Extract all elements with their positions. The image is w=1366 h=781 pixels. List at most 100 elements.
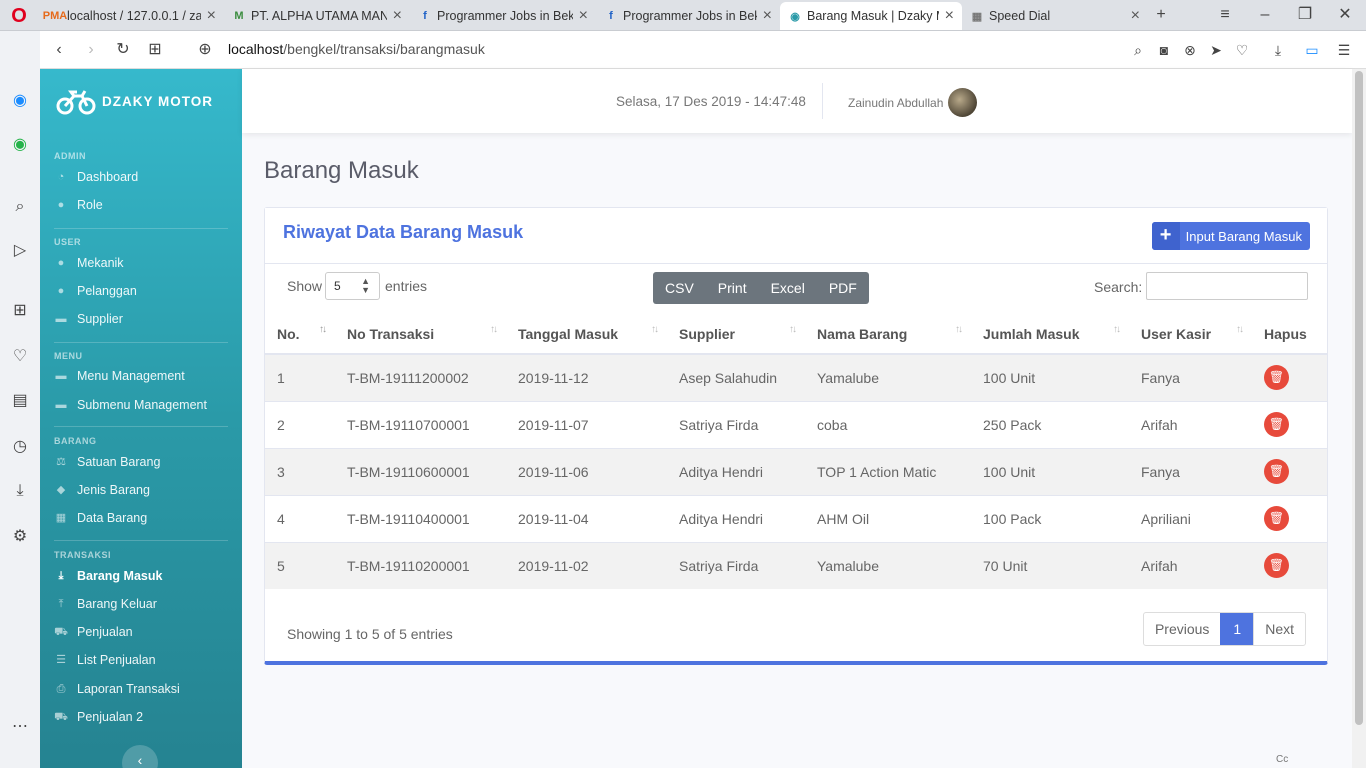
tab-title: Programmer Jobs in Bekasi [437, 9, 573, 23]
sidebar-toggle-button[interactable]: ‹ [122, 745, 158, 781]
export-csv-button[interactable]: CSV [653, 272, 706, 304]
brand[interactable]: DZAKY MOTOR [40, 69, 242, 133]
battery-icon[interactable]: ▭ [1302, 40, 1322, 60]
tags-icon: ◆ [56, 484, 66, 496]
speed-dial-icon[interactable]: ⊞ [144, 39, 166, 61]
col-header-supplier[interactable]: Supplier ↑↓ [667, 314, 805, 355]
search-input[interactable] [1146, 272, 1308, 300]
messenger-icon[interactable]: ◉ [8, 89, 32, 113]
scrollbar-thumb[interactable] [1355, 71, 1363, 725]
close-tab-icon[interactable]: × [579, 7, 588, 25]
close-window-button[interactable]: ✕ [1333, 3, 1357, 27]
url-field[interactable]: localhost/bengkel/transaksi/barangmasuk [228, 41, 485, 57]
sidebar-item-role[interactable]: ● Role [54, 198, 103, 212]
entries-select[interactable]: 5 ▲ ▼ [325, 272, 380, 300]
sidebar-item-menu-management[interactable]: ▬ Menu Management [54, 369, 185, 383]
whatsapp-icon[interactable]: ◉ [8, 133, 32, 157]
close-tab-icon[interactable]: × [763, 7, 772, 25]
history-icon[interactable]: ◷ [8, 435, 32, 459]
minimize-button[interactable]: – [1253, 3, 1277, 27]
export-button-group: CSV Print Excel PDF [653, 272, 869, 304]
send-icon[interactable]: ➤ [1206, 40, 1226, 60]
col-header-nama-barang[interactable]: Nama Barang ↑↓ [805, 314, 971, 355]
truck-icon: ▬ [55, 313, 67, 325]
sidebar-item-dashboard[interactable]: ◔ Dashboard [54, 170, 138, 184]
sidebar-item-penjualan-2[interactable]: ⛟ Penjualan 2 [54, 710, 143, 724]
pagination-previous[interactable]: Previous [1144, 613, 1220, 645]
col-header-jumlah-masuk[interactable]: Jumlah Masuk ↑↓ [971, 314, 1129, 355]
data-table: No. ↑↓ No Transaksi ↑↓ Tanggal Masuk ↑↓ Sup… [265, 314, 1327, 589]
browser-tab[interactable]: f Programmer Jobs in Bekasi × [596, 2, 780, 30]
delete-button[interactable]: 🗑 [1264, 553, 1289, 579]
download-icon[interactable]: ⤓ [1268, 40, 1288, 60]
address-bar: ‹ › ↻ ⊞ ⊕ localhost/bengkel/transaksi/ba… [40, 31, 1366, 69]
pagination-next[interactable]: Next [1253, 613, 1305, 645]
browser-tab[interactable]: f Programmer Jobs in Bekasi × [410, 2, 596, 30]
search-icon[interactable]: ⌕ [1128, 40, 1148, 60]
user-name[interactable]: Zainudin Abdullah [848, 96, 943, 110]
downloads-icon[interactable]: ⤓ [8, 479, 32, 503]
snapshot-icon[interactable]: ◙ [1154, 40, 1174, 60]
search-icon[interactable]: ⌕ [8, 195, 32, 219]
delete-button[interactable]: 🗑 [1264, 365, 1289, 391]
sidebar-item-barang-masuk[interactable]: ⤓ Barang Masuk [54, 569, 163, 583]
sidebar-item-mekanik[interactable]: ● Mekanik [54, 256, 124, 270]
col-header-user-kasir[interactable]: User Kasir ↑↓ [1129, 314, 1252, 355]
new-tab-button[interactable]: + [1149, 3, 1173, 27]
heart-icon[interactable]: ♡ [8, 345, 32, 369]
site-info-icon[interactable]: ⊕ [194, 39, 216, 61]
delete-button[interactable]: 🗑 [1264, 412, 1289, 437]
close-tab-icon[interactable]: × [207, 7, 216, 25]
easy-setup-icon[interactable]: ☰ [1334, 40, 1354, 60]
settings-icon[interactable]: ⚙ [8, 525, 32, 549]
sidebar-item-data-barang[interactable]: ▦ Data Barang [54, 511, 147, 525]
browser-tab[interactable]: ▦ Speed Dial × [962, 2, 1148, 30]
sidebar-item-barang-keluar[interactable]: ⤒ Barang Keluar [54, 597, 157, 611]
delete-button[interactable]: 🗑 [1264, 459, 1289, 484]
browser-tab[interactable]: ◉ Barang Masuk | Dzaky Motor × [780, 2, 962, 30]
export-pdf-button[interactable]: PDF [817, 272, 869, 304]
export-print-button[interactable]: Print [706, 272, 759, 304]
data-card: Riwayat Data Barang Masuk + Input Barang… [264, 207, 1328, 665]
delete-button[interactable]: 🗑 [1264, 506, 1289, 531]
tab-favicon-icon: ◉ [790, 10, 800, 23]
sidebar-item-submenu-management[interactable]: ▬ Submenu Management [54, 398, 207, 412]
bookmark-heart-icon[interactable]: ♡ [1232, 40, 1252, 60]
col-header-tanggal-masuk[interactable]: Tanggal Masuk ↑↓ [506, 314, 667, 355]
browser-tab[interactable]: PMA localhost / 127.0.0.1 / zai × [40, 2, 224, 30]
reload-button[interactable]: ↻ [112, 39, 134, 61]
sidebar-item-list-penjualan[interactable]: ☰ List Penjualan [54, 653, 155, 667]
forward-button[interactable]: › [80, 39, 102, 61]
browser-tab[interactable]: M PT. ALPHA UTAMA MANDIRI × [224, 2, 410, 30]
send-icon[interactable]: ▷ [8, 239, 32, 263]
back-button[interactable]: ‹ [48, 39, 70, 61]
sidebar-item-supplier[interactable]: ▬ Supplier [54, 312, 123, 326]
avatar[interactable] [948, 88, 977, 117]
show-label: Show [287, 278, 323, 294]
tab-title: localhost / 127.0.0.1 / zai [67, 9, 201, 23]
table-row: 5 T-BM-19110200001 2019-11-02 Satriya Firda… [265, 541, 1327, 589]
opera-logo-icon[interactable]: O [8, 5, 30, 27]
adblock-icon[interactable]: ⊗ [1180, 40, 1200, 60]
sidebar-item-jenis-barang[interactable]: ◆ Jenis Barang [54, 483, 150, 497]
sidebar-item-pelanggan[interactable]: ● Pelanggan [54, 284, 137, 298]
sidebar-item-penjualan[interactable]: ⛟ Penjualan [54, 625, 133, 639]
table-header-row: No. ↑↓ No Transaksi ↑↓ Tanggal Masuk ↑↓ Sup… [265, 314, 1327, 355]
maximize-button[interactable]: ❐ [1293, 3, 1317, 27]
input-barang-masuk-button[interactable]: + Input Barang Masuk [1151, 222, 1310, 250]
tab-menu-icon[interactable]: ≡ [1213, 3, 1237, 27]
col-header-no[interactable]: No. ↑↓ [265, 314, 335, 355]
sidebar-item-satuan-barang[interactable]: ⚖ Satuan Barang [54, 455, 160, 469]
more-icon[interactable]: ⋯ [8, 715, 32, 739]
news-icon[interactable]: ▤ [8, 389, 32, 413]
pagination: Previous 1 Next [1142, 612, 1306, 646]
close-tab-icon[interactable]: × [1131, 7, 1140, 25]
sidebar-item-laporan-transaksi[interactable]: ⎙ Laporan Transaksi [54, 682, 180, 696]
export-excel-button[interactable]: Excel [759, 272, 817, 304]
col-header-no-transaksi[interactable]: No Transaksi ↑↓ [335, 314, 506, 355]
close-tab-icon[interactable]: × [945, 7, 954, 25]
speed-dial-icon[interactable]: ⊞ [8, 299, 32, 323]
close-tab-icon[interactable]: × [393, 7, 402, 25]
page-scrollbar[interactable] [1352, 69, 1366, 768]
pagination-page-1[interactable]: 1 [1220, 613, 1254, 645]
